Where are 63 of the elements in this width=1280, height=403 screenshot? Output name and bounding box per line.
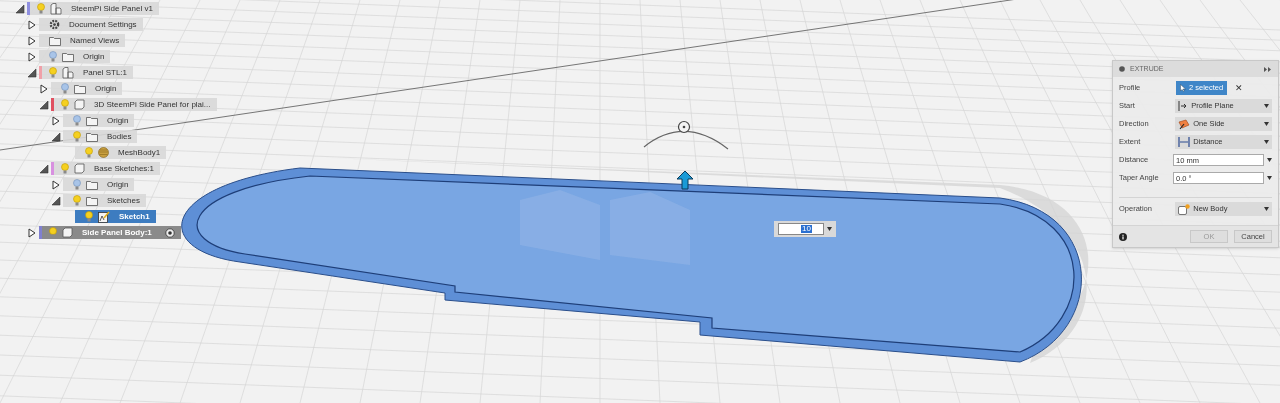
new-body-icon — [1178, 203, 1191, 215]
caret-icon — [1267, 176, 1272, 180]
sketch-icon — [98, 210, 110, 223]
browser-item[interactable]: Base Sketches:1 — [51, 162, 161, 175]
caret-icon — [1264, 122, 1269, 126]
browser-item[interactable]: Sketches — [63, 194, 146, 207]
browser-item[interactable]: SteemPi Side Panel v1 — [27, 2, 159, 15]
expand-triangle-icon[interactable] — [51, 179, 61, 190]
caret-icon — [1264, 104, 1269, 108]
caret-icon — [827, 227, 832, 231]
caret-icon — [1267, 158, 1272, 162]
distance-icon — [1178, 137, 1191, 147]
browser-item[interactable]: Sketch1 — [75, 210, 156, 223]
collapse-triangle-icon[interactable] — [39, 163, 49, 174]
distance-input[interactable]: 10 — [778, 223, 824, 235]
plane-start-icon — [1178, 101, 1189, 111]
folder-icon — [86, 131, 98, 142]
component-icon — [50, 2, 62, 15]
caret-icon — [1264, 140, 1269, 144]
collapse-triangle-icon[interactable] — [15, 3, 25, 14]
up-arrow-icon[interactable] — [676, 170, 694, 190]
expand-triangle-icon[interactable] — [27, 51, 37, 62]
expand-triangle-icon[interactable] — [39, 83, 49, 94]
component-icon — [62, 66, 74, 79]
browser-item[interactable]: Origin — [51, 82, 123, 95]
collapse-triangle-icon[interactable] — [51, 195, 61, 206]
folder-icon — [86, 115, 98, 126]
radio-target-icon[interactable] — [164, 227, 175, 238]
expand-arrows-icon[interactable] — [1264, 66, 1272, 72]
folder-icon — [49, 35, 61, 46]
clear-button[interactable]: ✕ — [1235, 83, 1244, 93]
browser-item[interactable]: Origin — [63, 178, 135, 191]
browser-item[interactable]: 3D SteemPi Side Panel for plai... — [51, 98, 217, 111]
lightbulb-icon[interactable] — [85, 211, 93, 222]
browser-item[interactable]: Named Views — [39, 34, 126, 47]
collapse-triangle-icon[interactable] — [51, 131, 61, 142]
browser-item[interactable]: MeshBody1 — [75, 146, 167, 159]
cursor-icon — [1180, 84, 1186, 92]
folder-icon — [62, 51, 74, 62]
browser-item[interactable]: Origin — [63, 114, 135, 127]
expand-triangle-icon[interactable] — [27, 35, 37, 46]
direction-icon — [1178, 118, 1191, 130]
expand-triangle-icon[interactable] — [27, 19, 37, 30]
cube-icon — [74, 99, 85, 110]
cube-icon — [62, 227, 73, 238]
cube-icon — [74, 163, 85, 174]
browser-item[interactable]: Document Settings — [39, 18, 143, 31]
rotate-manipulator-icon[interactable] — [642, 119, 730, 151]
dot-icon — [1119, 66, 1125, 72]
expand-triangle-icon[interactable] — [51, 115, 61, 126]
info-icon[interactable] — [1119, 232, 1127, 241]
folder-icon — [74, 83, 86, 94]
gear-icon — [49, 19, 60, 30]
folder-icon — [86, 195, 98, 206]
mesh-ball-icon — [98, 147, 109, 158]
folder-icon — [86, 179, 98, 190]
browser-item[interactable]: Panel STL:1 — [39, 66, 134, 79]
collapse-triangle-icon[interactable] — [27, 67, 37, 78]
browser-item[interactable]: Bodies — [63, 130, 138, 143]
expand-triangle-icon[interactable] — [27, 227, 37, 238]
caret-icon — [1264, 207, 1269, 211]
browser-item[interactable]: Origin — [39, 50, 111, 63]
collapse-triangle-icon[interactable] — [39, 99, 49, 110]
